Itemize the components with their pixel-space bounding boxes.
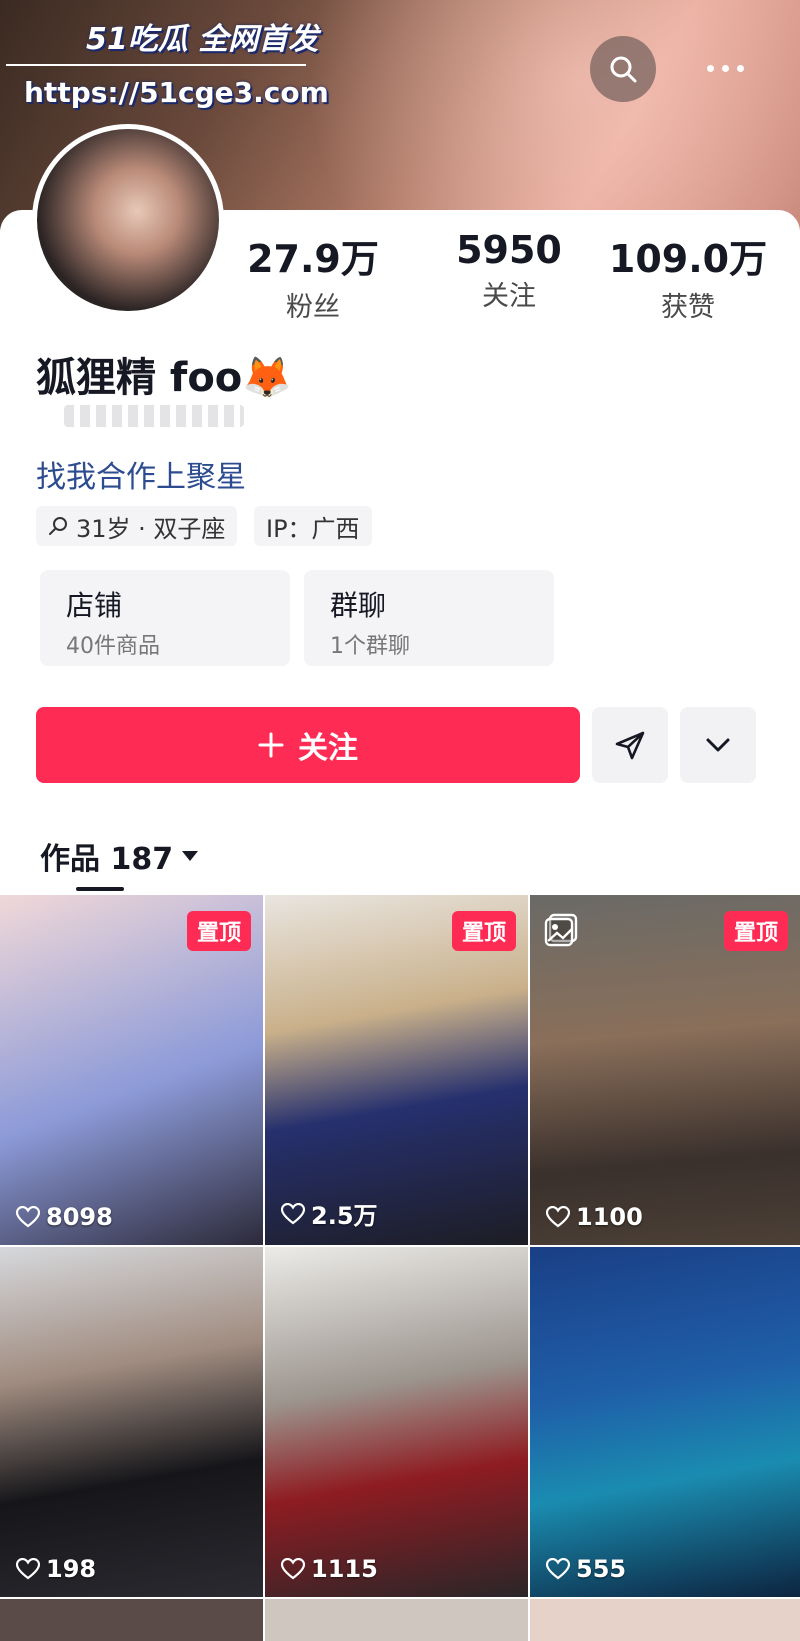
video-grid: 置顶 8098 置顶 2.5万 置顶 1100 198 1115 555	[0, 895, 800, 1641]
video-tile[interactable]: 置顶 8098	[0, 895, 263, 1245]
like-value: 1100	[576, 1203, 643, 1231]
stat-label: 获赞	[661, 292, 715, 323]
video-tile[interactable]	[0, 1599, 263, 1641]
collab-link[interactable]: 找我合作上聚星	[36, 452, 246, 496]
video-tile[interactable]	[265, 1599, 528, 1641]
video-tile[interactable]: 1115	[265, 1247, 528, 1597]
plus-icon	[258, 732, 284, 758]
chevron-down-icon	[706, 738, 730, 752]
search-button[interactable]	[590, 36, 656, 102]
tag-text: 31岁 · 双子座	[76, 514, 226, 543]
heart-icon	[16, 1558, 40, 1580]
album-icon	[544, 913, 578, 947]
more-icon-dot	[721, 64, 729, 72]
video-tile[interactable]: 置顶 2.5万	[265, 895, 528, 1245]
more-icon-dot	[736, 64, 744, 72]
watermark-brand: 51吃瓜 全网首发	[86, 22, 319, 57]
card-title: 店铺	[66, 589, 123, 622]
search-icon	[610, 56, 637, 83]
pinned-badge: 置顶	[723, 911, 788, 951]
more-icon-dot	[706, 64, 714, 72]
like-value: 2.5万	[311, 1202, 378, 1230]
like-count: 1100	[546, 1203, 643, 1231]
avatar[interactable]	[32, 124, 224, 316]
video-tile[interactable]	[530, 1599, 800, 1641]
heart-icon	[16, 1206, 40, 1228]
card-group-chat[interactable]: 群聊 1个群聊	[304, 570, 554, 666]
heart-icon	[281, 1558, 305, 1580]
stat-label: 粉丝	[286, 292, 340, 323]
share-button[interactable]	[592, 707, 668, 783]
heart-icon	[546, 1558, 570, 1580]
tag-ip: IP：广西	[254, 506, 372, 546]
like-value: 198	[46, 1555, 97, 1583]
card-shop[interactable]: 店铺 40件商品	[40, 570, 290, 666]
like-count: 555	[546, 1555, 626, 1583]
tab-works[interactable]: 作品 187	[40, 834, 199, 878]
caret-down-icon	[182, 851, 199, 861]
blurred-signature	[64, 405, 244, 427]
tab-underline	[76, 887, 124, 891]
works-label: 作品 187	[40, 842, 174, 877]
video-tile[interactable]: 555	[530, 1247, 800, 1597]
watermark-line	[6, 64, 306, 66]
stat-likes[interactable]: 109.0万 获赞	[598, 228, 778, 324]
heart-icon	[281, 1202, 305, 1224]
like-value: 555	[576, 1555, 627, 1583]
tag-text: IP：广西	[266, 514, 360, 543]
search-icon	[49, 517, 67, 535]
like-count: 1115	[281, 1555, 378, 1583]
stat-label: 关注	[482, 281, 536, 312]
send-icon	[615, 731, 645, 760]
follow-label: 关注	[298, 731, 358, 766]
nickname: 狐狸精 foo🦊	[36, 355, 293, 401]
card-title: 群聊	[330, 589, 387, 622]
card-subtitle: 1个群聊	[330, 634, 410, 659]
pinned-badge: 置顶	[186, 911, 251, 951]
like-count: 8098	[16, 1203, 113, 1231]
stat-value: 27.9万	[247, 237, 379, 281]
like-count: 2.5万	[281, 1196, 378, 1231]
card-subtitle: 40件商品	[66, 634, 160, 659]
tag-age-zodiac: 31岁 · 双子座	[36, 506, 238, 546]
video-tile[interactable]: 置顶 1100	[530, 895, 800, 1245]
stat-following[interactable]: 5950 关注	[424, 228, 594, 313]
video-tile[interactable]: 198	[0, 1247, 263, 1597]
like-count: 198	[16, 1555, 96, 1583]
pinned-badge: 置顶	[451, 911, 516, 951]
like-value: 1115	[311, 1555, 378, 1583]
heart-icon	[546, 1206, 570, 1228]
watermark-url: https://51cge3.com	[24, 76, 329, 109]
follow-button[interactable]: 关注	[36, 707, 580, 783]
stat-followers[interactable]: 27.9万 粉丝	[228, 228, 398, 324]
like-value: 8098	[46, 1203, 113, 1231]
more-actions-button[interactable]	[680, 707, 756, 783]
stat-value: 109.0万	[608, 237, 768, 281]
stat-value: 5950	[456, 228, 562, 272]
more-options-button[interactable]	[700, 56, 750, 80]
